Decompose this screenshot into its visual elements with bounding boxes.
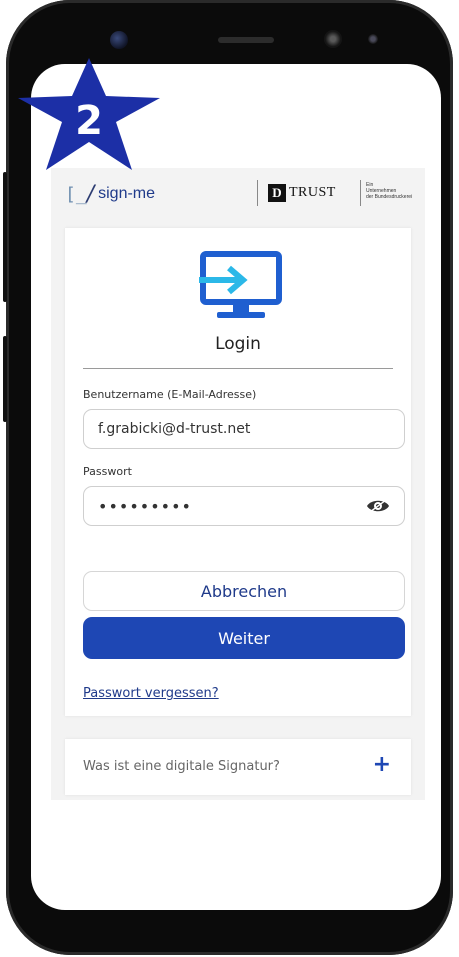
phone-screen: [_ / sign-me D TRUST Ein Unternehmen der… (31, 64, 441, 910)
dtrust-text: TRUST (289, 185, 336, 200)
login-title: Login (215, 334, 261, 354)
sign-me-logo: [_ / sign-me (65, 181, 156, 207)
password-value: ••••••••• (98, 496, 192, 516)
front-camera (110, 31, 128, 49)
dtrust-logo: D TRUST (268, 184, 336, 202)
star-icon: 2 (18, 58, 160, 170)
badge-number: 2 (75, 98, 103, 144)
dtrust-letter: D (268, 184, 286, 202)
plus-icon[interactable]: + (373, 752, 391, 777)
username-field[interactable]: f.grabicki@d-trust.net (83, 409, 405, 449)
forgot-password-link[interactable]: Passwort vergessen? (83, 686, 219, 701)
eye-icon[interactable] (366, 498, 390, 514)
cancel-button[interactable]: Abbrechen (83, 571, 405, 611)
logo-text: sign-me (98, 185, 156, 202)
light-sensor (368, 34, 378, 44)
password-label: Passwort (83, 465, 132, 478)
app-header: [_ / sign-me D TRUST Ein Unternehmen der… (51, 168, 425, 218)
next-button[interactable]: Weiter (83, 617, 405, 659)
title-divider (83, 368, 393, 369)
proximity-sensor (324, 30, 342, 48)
company-note-line: der Bundesdruckerei (366, 194, 413, 200)
side-button-bixby (3, 336, 7, 422)
password-field[interactable]: ••••••••• (83, 486, 405, 526)
earpiece-speaker (218, 37, 274, 43)
header-divider (257, 180, 258, 206)
header-divider-2 (360, 180, 361, 206)
side-button-volume (3, 172, 7, 302)
login-card: Login Benutzername (E-Mail-Adresse) f.gr… (65, 228, 411, 716)
logo-slash-icon: / (86, 181, 95, 207)
username-label: Benutzername (E-Mail-Adresse) (83, 388, 257, 401)
company-note: Ein Unternehmen der Bundesdruckerei (366, 182, 426, 200)
app-container: [_ / sign-me D TRUST Ein Unternehmen der… (51, 168, 425, 800)
login-monitor-icon (199, 251, 282, 318)
faq-question: Was ist eine digitale Signatur? (83, 759, 280, 774)
logo-bracket-icon: [_ (65, 183, 87, 205)
username-value: f.grabicki@d-trust.net (98, 421, 251, 437)
faq-item[interactable]: Was ist eine digitale Signatur? + (65, 739, 411, 795)
